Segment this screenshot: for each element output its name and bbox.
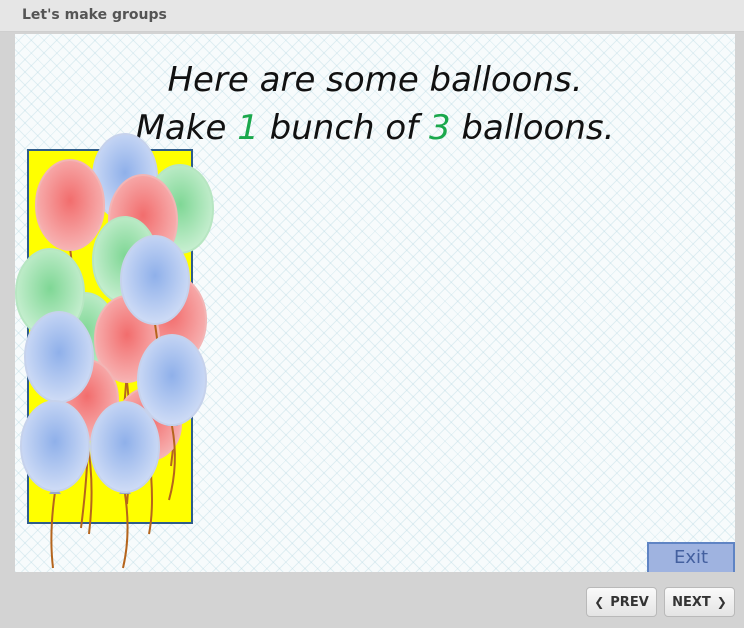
chevron-right-icon: ❯ <box>716 595 727 609</box>
next-label: NEXT <box>672 594 711 610</box>
window-title: Let's make groups <box>22 7 167 23</box>
title-bar: Let's make groups <box>0 0 744 32</box>
next-button[interactable]: NEXT ❯ <box>664 587 735 617</box>
prev-button[interactable]: ❮ PREV <box>586 587 657 617</box>
activity-stage: Here are some balloons. Make 1 bunch of … <box>15 34 735 572</box>
prev-label: PREV <box>610 594 649 610</box>
exit-button[interactable]: Exit <box>647 542 735 572</box>
balloon-area <box>15 133 214 569</box>
chevron-left-icon: ❮ <box>594 595 605 609</box>
